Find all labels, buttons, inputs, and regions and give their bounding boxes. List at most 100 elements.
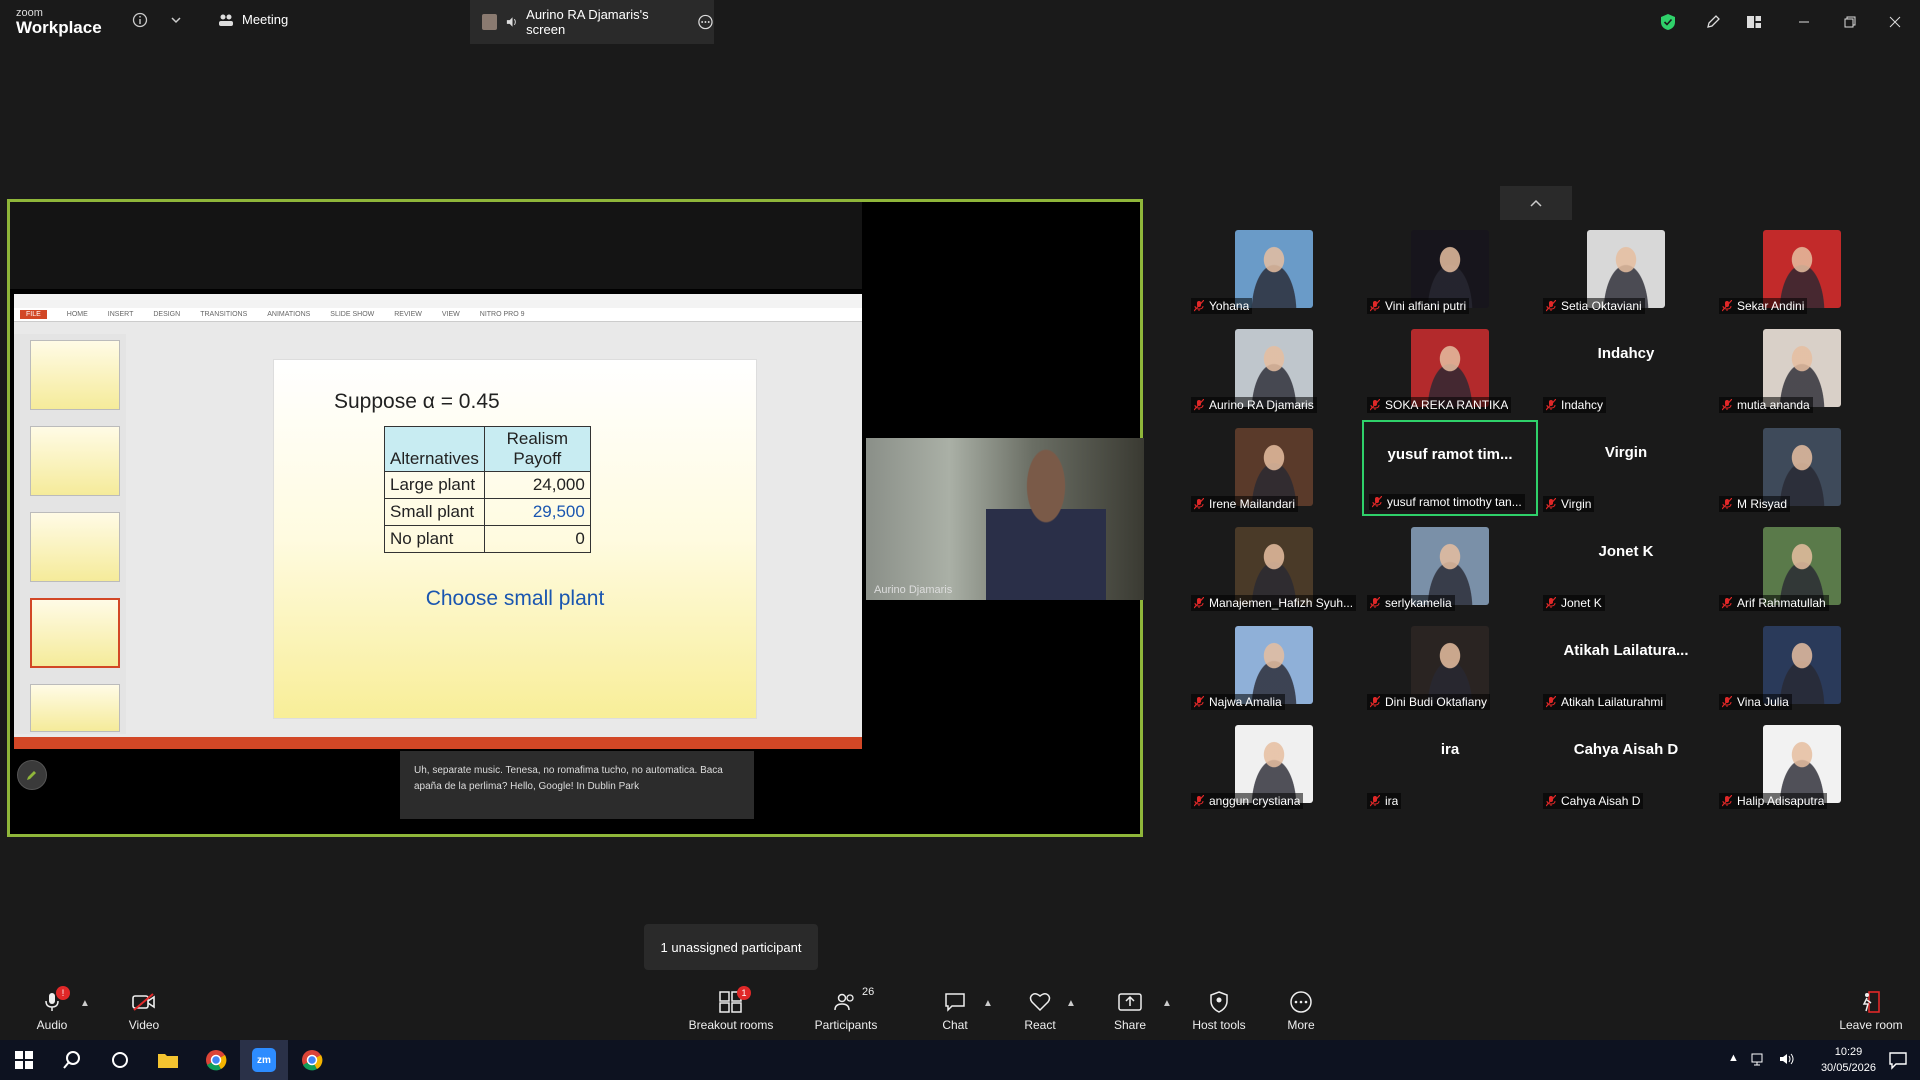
ppt-tab-slideshow[interactable]: SLIDE SHOW	[330, 311, 374, 318]
participant-tile[interactable]: Jonet K Jonet K	[1538, 519, 1714, 615]
participant-tile[interactable]: Arif Rahmatullah	[1714, 519, 1890, 615]
annotate-pen-icon[interactable]	[1703, 12, 1723, 32]
slide-thumbnail-selected[interactable]	[30, 598, 120, 668]
participant-tile[interactable]: Aurino RA Djamaris	[1186, 321, 1362, 417]
participant-tile[interactable]: yusuf ramot tim... yusuf ramot timothy ta…	[1362, 420, 1538, 516]
participant-tile[interactable]: mutia ananda	[1714, 321, 1890, 417]
ppt-tab-nitro[interactable]: NITRO PRO 9	[480, 311, 525, 318]
more-options-icon[interactable]	[697, 13, 714, 31]
participant-tile[interactable]: serlykamelia	[1362, 519, 1538, 615]
chevron-down-icon[interactable]	[166, 10, 186, 30]
share-options-caret[interactable]: ▲	[1162, 998, 1172, 1009]
video-off-icon	[131, 990, 157, 1014]
participant-name: anggun crystiana	[1209, 794, 1301, 808]
participant-tile[interactable]: Sekar Andini	[1714, 222, 1890, 318]
participant-tile[interactable]: Yohana	[1186, 222, 1362, 318]
participant-avatar	[1235, 329, 1313, 407]
slide-thumbnail[interactable]	[30, 512, 120, 582]
host-tools-button[interactable]: Host tools	[1174, 990, 1264, 1032]
meeting-tab[interactable]: Meeting	[218, 12, 288, 27]
participant-tile[interactable]: Irene Mailandari	[1186, 420, 1362, 516]
participant-tile[interactable]: Halip Adisaputra	[1714, 717, 1890, 813]
leave-room-button[interactable]: Leave room	[1826, 990, 1916, 1032]
network-icon[interactable]	[1751, 1052, 1767, 1066]
react-button[interactable]: React	[995, 990, 1085, 1032]
ppt-tab-insert[interactable]: INSERT	[108, 311, 134, 318]
slide-thumbnail[interactable]	[30, 340, 120, 410]
heart-icon	[1029, 990, 1051, 1014]
breakout-rooms-button[interactable]: 1 Breakout rooms	[686, 986, 776, 1032]
participant-avatar	[1235, 230, 1313, 308]
participant-tile[interactable]: Atikah Lailatura... Atikah Lailaturahmi	[1538, 618, 1714, 714]
slide-thumbnail[interactable]	[30, 426, 120, 496]
view-layout-icon[interactable]	[1744, 12, 1764, 32]
mic-muted-icon	[1546, 498, 1556, 510]
participants-button[interactable]: 26 Participants	[801, 986, 891, 1032]
participant-tile[interactable]: M Risyad	[1714, 420, 1890, 516]
ppt-tab-view[interactable]: VIEW	[442, 311, 460, 318]
participant-name: yusuf ramot timothy tan...	[1387, 495, 1522, 509]
chat-options-caret[interactable]: ▲	[983, 998, 993, 1009]
participant-tile[interactable]: Manajemen_Hafizh Syuh...	[1186, 519, 1362, 615]
participant-tile[interactable]: Virgin Virgin	[1538, 420, 1714, 516]
annotation-pen-button[interactable]	[17, 760, 47, 790]
participant-tile[interactable]: Vina Julia	[1714, 618, 1890, 714]
participant-tile[interactable]: anggun crystiana	[1186, 717, 1362, 813]
more-label: More	[1287, 1018, 1315, 1032]
participant-name: Arif Rahmatullah	[1737, 596, 1826, 610]
minimize-icon[interactable]	[1794, 12, 1814, 32]
tray-chevron-up-icon[interactable]: ▲	[1728, 1052, 1739, 1066]
chrome-icon[interactable]	[192, 1040, 240, 1080]
unassigned-participant-tooltip[interactable]: 1 unassigned participant	[644, 924, 818, 970]
mic-muted-icon	[1370, 300, 1380, 312]
participant-tile[interactable]: Najwa Amalia	[1186, 618, 1362, 714]
participant-tile[interactable]: SOKA REKA RANTIKA	[1362, 321, 1538, 417]
ppt-tab-file[interactable]: FILE	[20, 310, 47, 319]
info-icon[interactable]	[130, 10, 150, 30]
chrome-icon[interactable]	[288, 1040, 336, 1080]
participant-tile[interactable]: ira ira	[1362, 717, 1538, 813]
taskbar-clock[interactable]: 10:29 30/05/2026	[1821, 1044, 1876, 1076]
zoom-logo: zoom Workplace	[16, 8, 102, 37]
ppt-tab-design[interactable]: DESIGN	[153, 311, 180, 318]
participant-name-label: yusuf ramot timothy tan...	[1369, 494, 1525, 510]
slide-thumbnail[interactable]	[30, 684, 120, 732]
file-explorer-icon[interactable]	[144, 1040, 192, 1080]
ppt-tab-animations[interactable]: ANIMATIONS	[267, 311, 310, 318]
ppt-tab-home[interactable]: HOME	[67, 311, 88, 318]
notifications-icon[interactable]	[1888, 1050, 1908, 1075]
participant-tile[interactable]: Vini alfiani putri	[1362, 222, 1538, 318]
zoom-taskbar-icon[interactable]: zm	[240, 1040, 288, 1080]
security-shield-icon[interactable]	[1658, 12, 1678, 32]
gallery-scroll-up-button[interactable]	[1500, 186, 1572, 220]
ppt-tab-review[interactable]: REVIEW	[394, 311, 422, 318]
close-icon[interactable]	[1885, 12, 1905, 32]
video-button[interactable]: Video	[99, 990, 189, 1032]
shared-screen-tab[interactable]: Aurino RA Djamaris's screen	[470, 0, 714, 44]
more-button[interactable]: More	[1256, 990, 1346, 1032]
participant-tile[interactable]: Cahya Aisah D Cahya Aisah D	[1538, 717, 1714, 813]
participant-avatar	[1411, 329, 1489, 407]
microphone-icon: !	[42, 986, 70, 1014]
participant-tile[interactable]: Setia Oktaviani	[1538, 222, 1714, 318]
leave-label: Leave room	[1839, 1018, 1903, 1032]
participant-name: Dini Budi Oktafiany	[1385, 695, 1488, 709]
participant-name: ira	[1385, 794, 1399, 808]
participant-tile[interactable]: Indahcy Indahcy	[1538, 321, 1714, 417]
windows-start-icon[interactable]	[0, 1040, 48, 1080]
restore-icon[interactable]	[1840, 12, 1860, 32]
ppt-tab-transitions[interactable]: TRANSITIONS	[200, 311, 247, 318]
participants-icon: 26	[834, 986, 874, 1014]
participant-name: Sekar Andini	[1737, 299, 1805, 313]
realism-payoff-table: Alternatives Realism Payoff Large plant …	[384, 426, 591, 553]
search-icon[interactable]	[48, 1040, 96, 1080]
chat-button[interactable]: Chat	[910, 990, 1000, 1032]
system-tray[interactable]: ▲	[1728, 1052, 1795, 1066]
participant-tile[interactable]: Dini Budi Oktafiany	[1362, 618, 1538, 714]
audio-button[interactable]: ! Audio	[7, 986, 97, 1032]
react-options-caret[interactable]: ▲	[1066, 998, 1076, 1009]
audio-options-caret[interactable]: ▲	[80, 998, 90, 1009]
cortana-icon[interactable]	[96, 1040, 144, 1080]
share-button[interactable]: Share	[1085, 990, 1175, 1032]
volume-icon[interactable]	[1779, 1052, 1795, 1066]
